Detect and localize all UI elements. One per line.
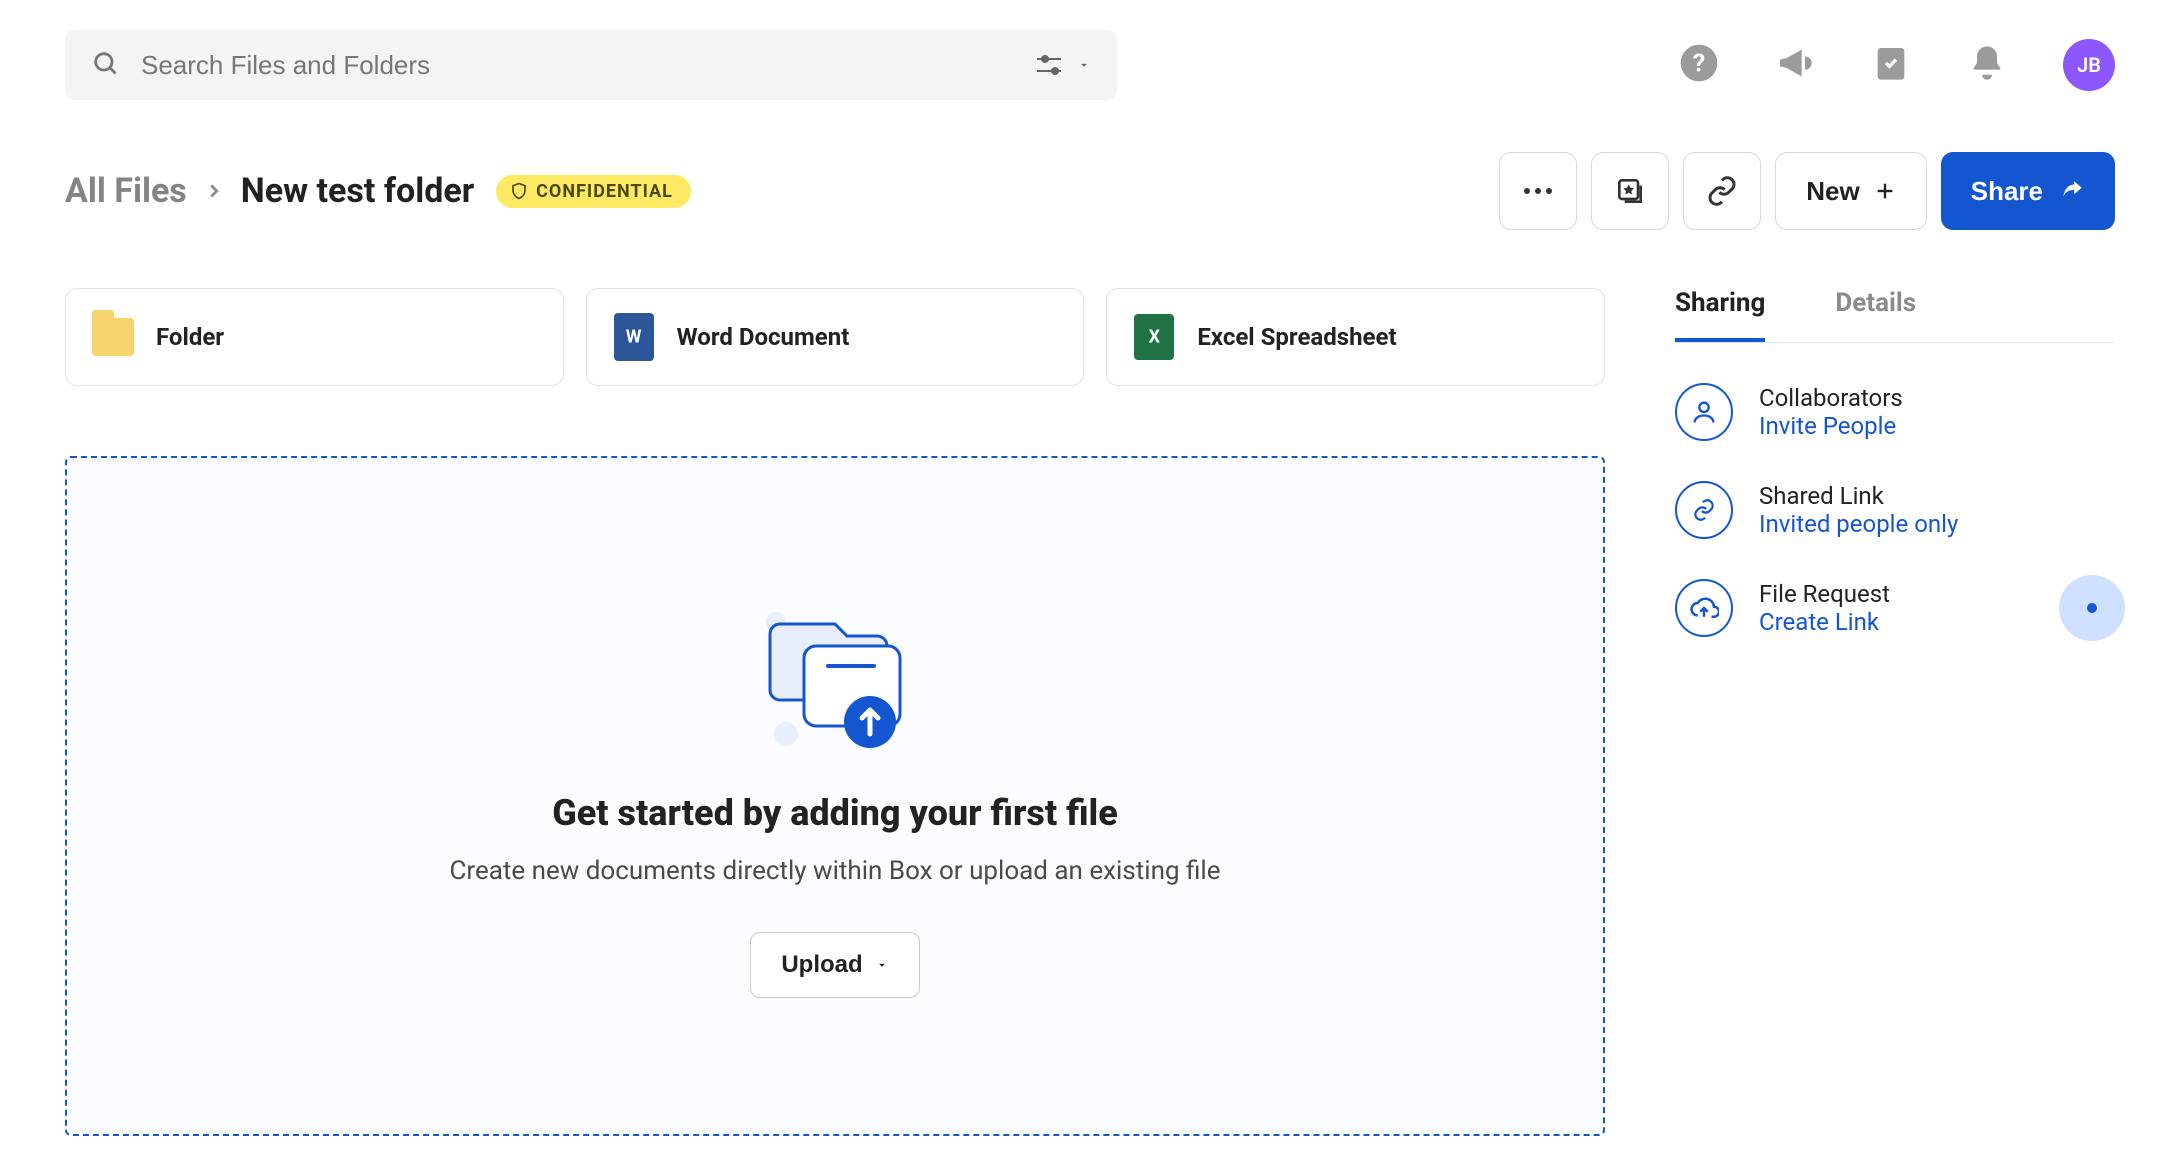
card-label: Excel Spreadsheet (1197, 323, 1396, 351)
panel-item-label: Collaborators (1759, 384, 1903, 412)
hint-indicator-icon[interactable] (2059, 575, 2125, 641)
cloud-upload-icon (1675, 579, 1733, 637)
create-folder-card[interactable]: Folder (65, 288, 564, 386)
collaborators-row: Collaborators Invite People (1675, 383, 2115, 441)
card-label: Folder (156, 323, 224, 351)
search-filter-button[interactable] (1035, 53, 1091, 77)
create-excel-card[interactable]: Excel Spreadsheet (1106, 288, 1605, 386)
shared-link-settings-link[interactable]: Invited people only (1759, 510, 1958, 538)
notifications-icon[interactable] (1967, 43, 2007, 87)
file-request-row: File Request Create Link (1675, 579, 2115, 637)
more-options-button[interactable] (1499, 152, 1577, 230)
search-bar[interactable] (65, 30, 1117, 100)
tasks-icon[interactable] (1871, 43, 1911, 87)
create-word-card[interactable]: Word Document (586, 288, 1085, 386)
breadcrumb-root[interactable]: All Files (65, 171, 187, 211)
add-to-collection-button[interactable] (1591, 152, 1669, 230)
word-doc-icon (613, 316, 655, 358)
folder-icon (92, 316, 134, 358)
upload-button-label: Upload (781, 951, 862, 979)
card-label: Word Document (677, 323, 850, 351)
new-button[interactable]: New (1775, 152, 1926, 230)
classification-badge-label: CONFIDENTIAL (536, 181, 673, 202)
excel-doc-icon (1133, 316, 1175, 358)
shared-link-row: Shared Link Invited people only (1675, 481, 2115, 539)
share-button-label: Share (1971, 176, 2043, 207)
dropzone-subtitle: Create new documents directly within Box… (449, 856, 1220, 886)
create-file-request-link[interactable]: Create Link (1759, 608, 1890, 636)
panel-item-label: File Request (1759, 580, 1890, 608)
upload-illustration-icon (750, 594, 920, 758)
announcements-icon[interactable] (1775, 43, 1815, 87)
invite-people-link[interactable]: Invite People (1759, 412, 1903, 440)
panel-item-label: Shared Link (1759, 482, 1958, 510)
upload-dropzone[interactable]: Get started by adding your first file Cr… (65, 456, 1605, 1136)
help-icon[interactable]: ? (1679, 43, 1719, 87)
avatar-initials: JB (2077, 53, 2101, 77)
search-icon (91, 49, 119, 81)
link-icon (1675, 481, 1733, 539)
new-button-label: New (1806, 176, 1859, 207)
dropzone-title: Get started by adding your first file (552, 792, 1118, 834)
breadcrumb: All Files New test folder CONFIDENTIAL (65, 171, 691, 211)
person-icon (1675, 383, 1733, 441)
search-input[interactable] (141, 50, 1035, 81)
breadcrumb-current: New test folder (241, 171, 474, 211)
tab-details[interactable]: Details (1835, 288, 1916, 342)
chevron-right-icon (203, 171, 225, 211)
tab-sharing[interactable]: Sharing (1675, 288, 1765, 342)
user-avatar[interactable]: JB (2063, 39, 2115, 91)
classification-badge: CONFIDENTIAL (496, 175, 691, 208)
upload-button[interactable]: Upload (750, 932, 919, 998)
share-button[interactable]: Share (1941, 152, 2115, 230)
copy-link-button[interactable] (1683, 152, 1761, 230)
svg-text:?: ? (1693, 49, 1705, 78)
